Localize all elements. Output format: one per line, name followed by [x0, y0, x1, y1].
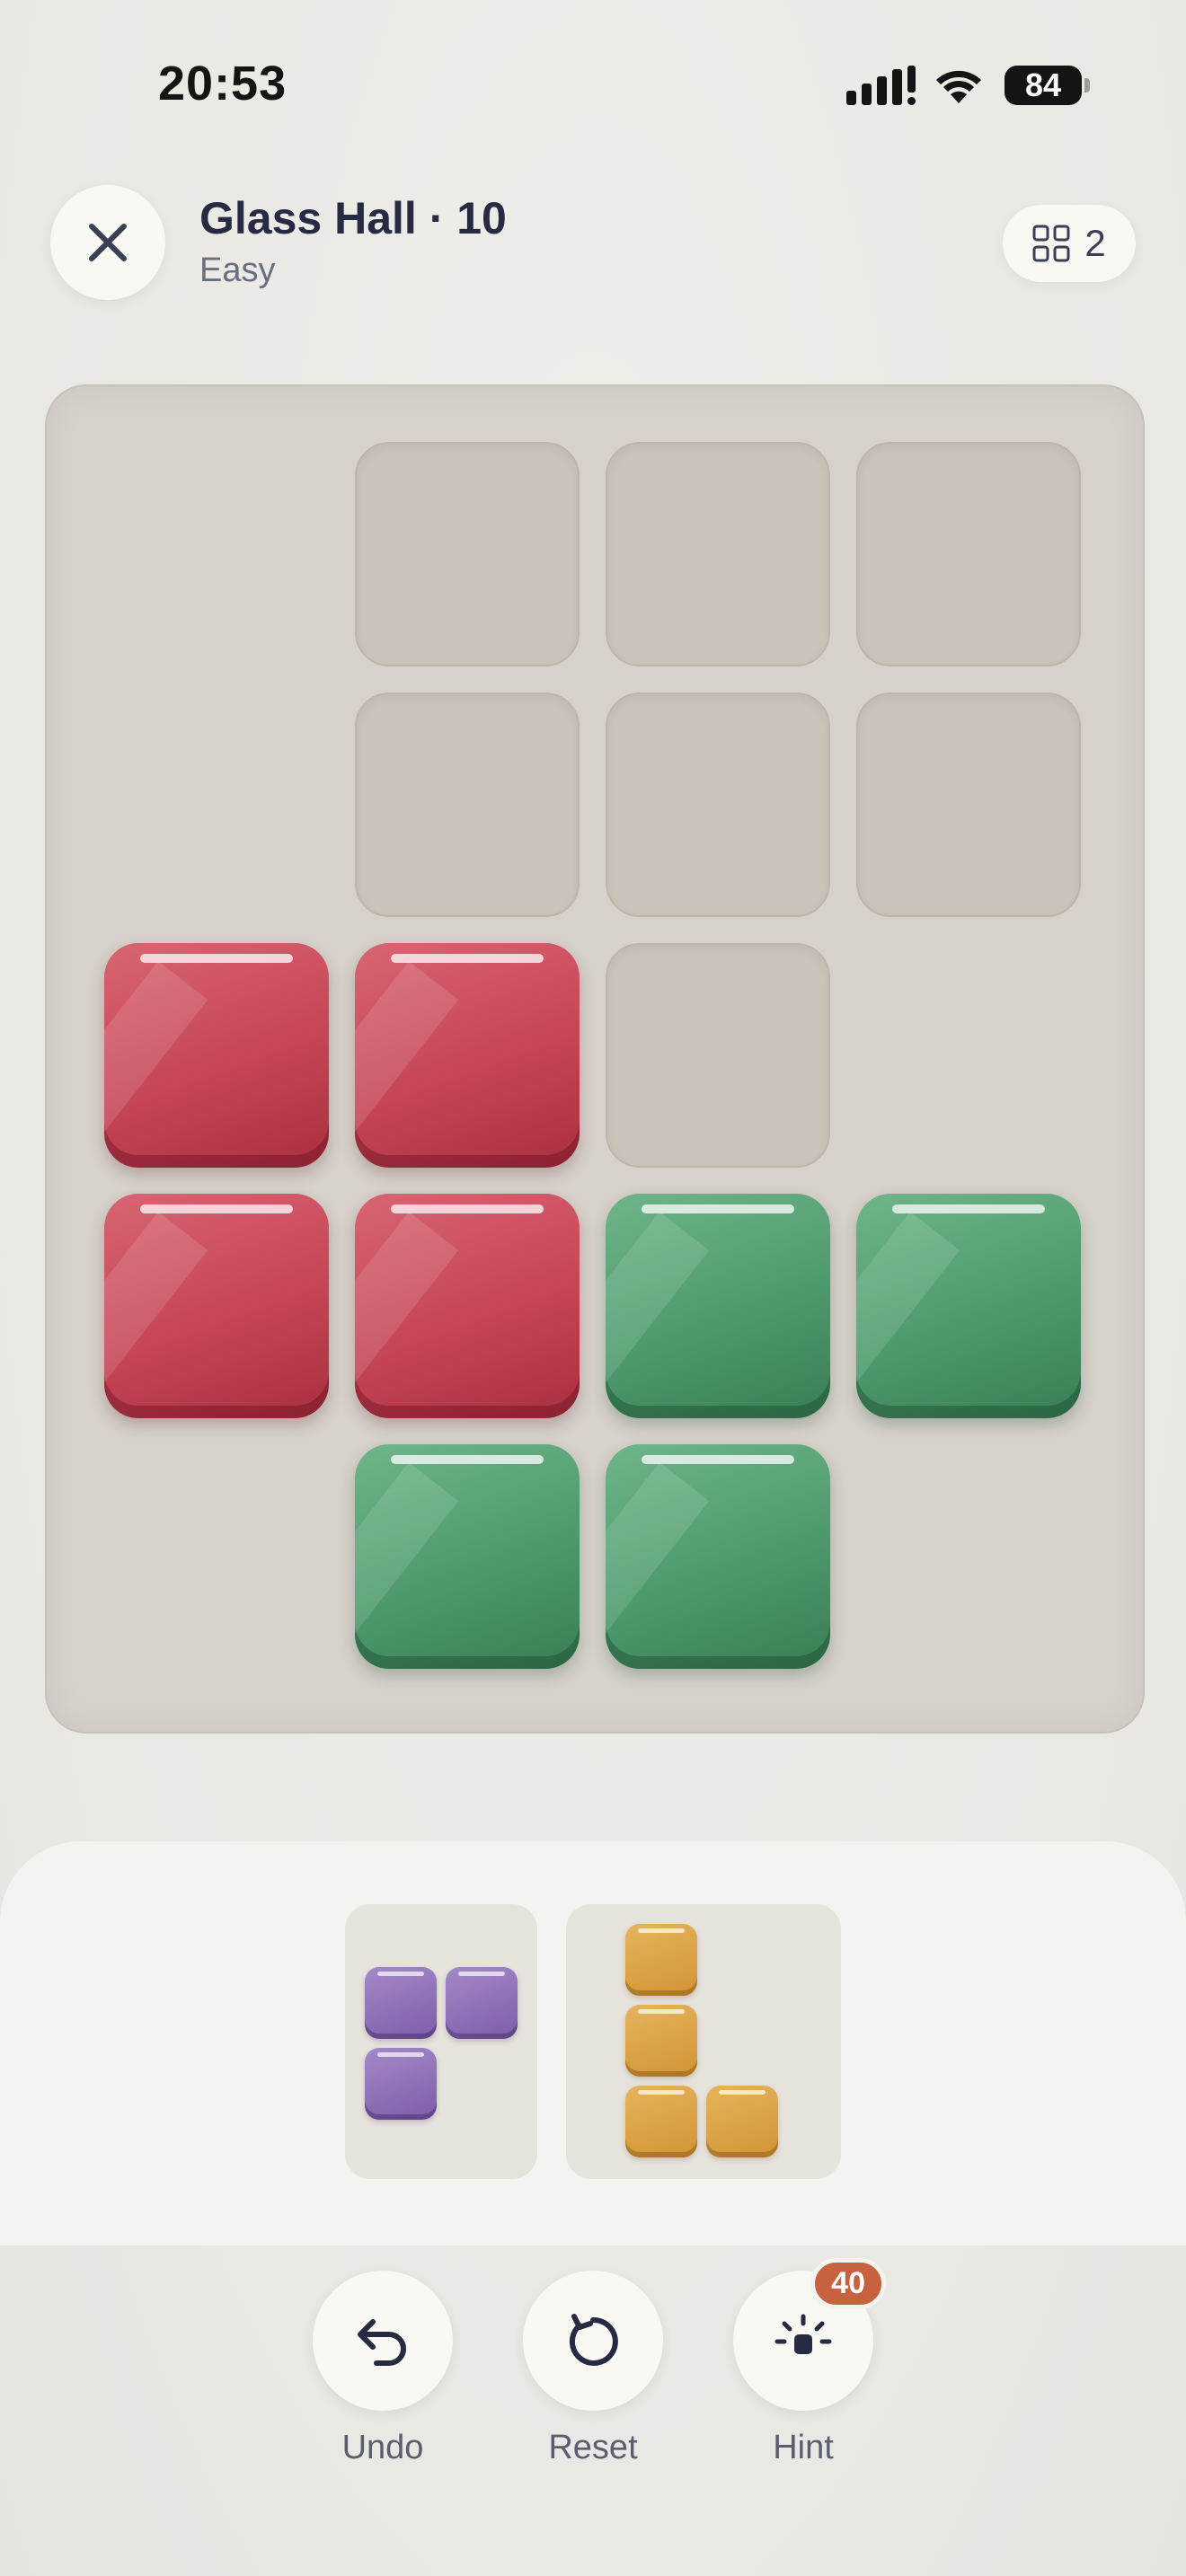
board-block-red[interactable]	[104, 1194, 329, 1418]
level-title: Glass Hall · 10	[199, 193, 507, 243]
hint-label: Hint	[773, 2429, 834, 2466]
piece-slot-purple[interactable]	[345, 1904, 537, 2179]
status-icons: 84	[846, 63, 1090, 108]
grid-icon	[1032, 225, 1070, 262]
piece-tray	[0, 1841, 1186, 2245]
board-block-red[interactable]	[355, 943, 580, 1168]
piece-block-orange	[625, 2086, 697, 2157]
hint-control[interactable]: 40 Hint	[731, 2258, 886, 2467]
board-block-red[interactable]	[104, 943, 329, 1168]
status-time: 20:53	[158, 57, 288, 110]
board-cell-empty[interactable]	[606, 943, 830, 1168]
piece-slot-orange[interactable]	[566, 1904, 841, 2179]
board-cell-empty[interactable]	[606, 442, 830, 666]
close-button[interactable]	[50, 185, 165, 300]
board-cell-empty[interactable]	[355, 442, 580, 666]
piece-block-orange	[625, 2005, 697, 2077]
wifi-icon	[936, 70, 981, 103]
piece-block-orange	[706, 2086, 778, 2157]
reset-label: Reset	[548, 2429, 638, 2466]
piece-block-purple	[365, 1967, 437, 2039]
piece-block-orange	[625, 1924, 697, 1996]
undo-control[interactable]: Undo	[311, 2271, 455, 2467]
game-board[interactable]	[45, 384, 1145, 1734]
battery-level: 84	[1024, 66, 1062, 103]
close-icon	[89, 224, 127, 261]
board-block-green[interactable]	[856, 1194, 1081, 1418]
battery-icon: 84	[1005, 66, 1090, 105]
lightbulb-icon	[774, 2314, 832, 2354]
board-cell-empty[interactable]	[355, 693, 580, 917]
cellular-signal-icon	[846, 66, 916, 105]
reset-icon	[569, 2314, 618, 2366]
difficulty-label: Easy	[199, 251, 276, 289]
pieces-count-pill[interactable]: 2	[1003, 205, 1136, 282]
board-cell-empty[interactable]	[856, 442, 1081, 666]
reset-control[interactable]: Reset	[521, 2271, 665, 2467]
piece-block-purple	[365, 2048, 437, 2120]
board-block-green[interactable]	[355, 1444, 580, 1669]
board-cell-empty[interactable]	[856, 693, 1081, 917]
piece-block-purple	[446, 1967, 518, 2039]
pieces-count: 2	[1084, 222, 1106, 264]
undo-icon	[358, 2319, 406, 2366]
hint-button[interactable]: 40	[733, 2258, 886, 2411]
hint-count-badge: 40	[810, 2258, 886, 2309]
board-block-red[interactable]	[355, 1194, 580, 1418]
board-block-green[interactable]	[606, 1194, 830, 1418]
board-cell-empty[interactable]	[606, 693, 830, 917]
reset-button[interactable]	[523, 2271, 663, 2411]
undo-button[interactable]	[313, 2271, 453, 2411]
undo-label: Undo	[341, 2429, 424, 2466]
board-block-green[interactable]	[606, 1444, 830, 1669]
